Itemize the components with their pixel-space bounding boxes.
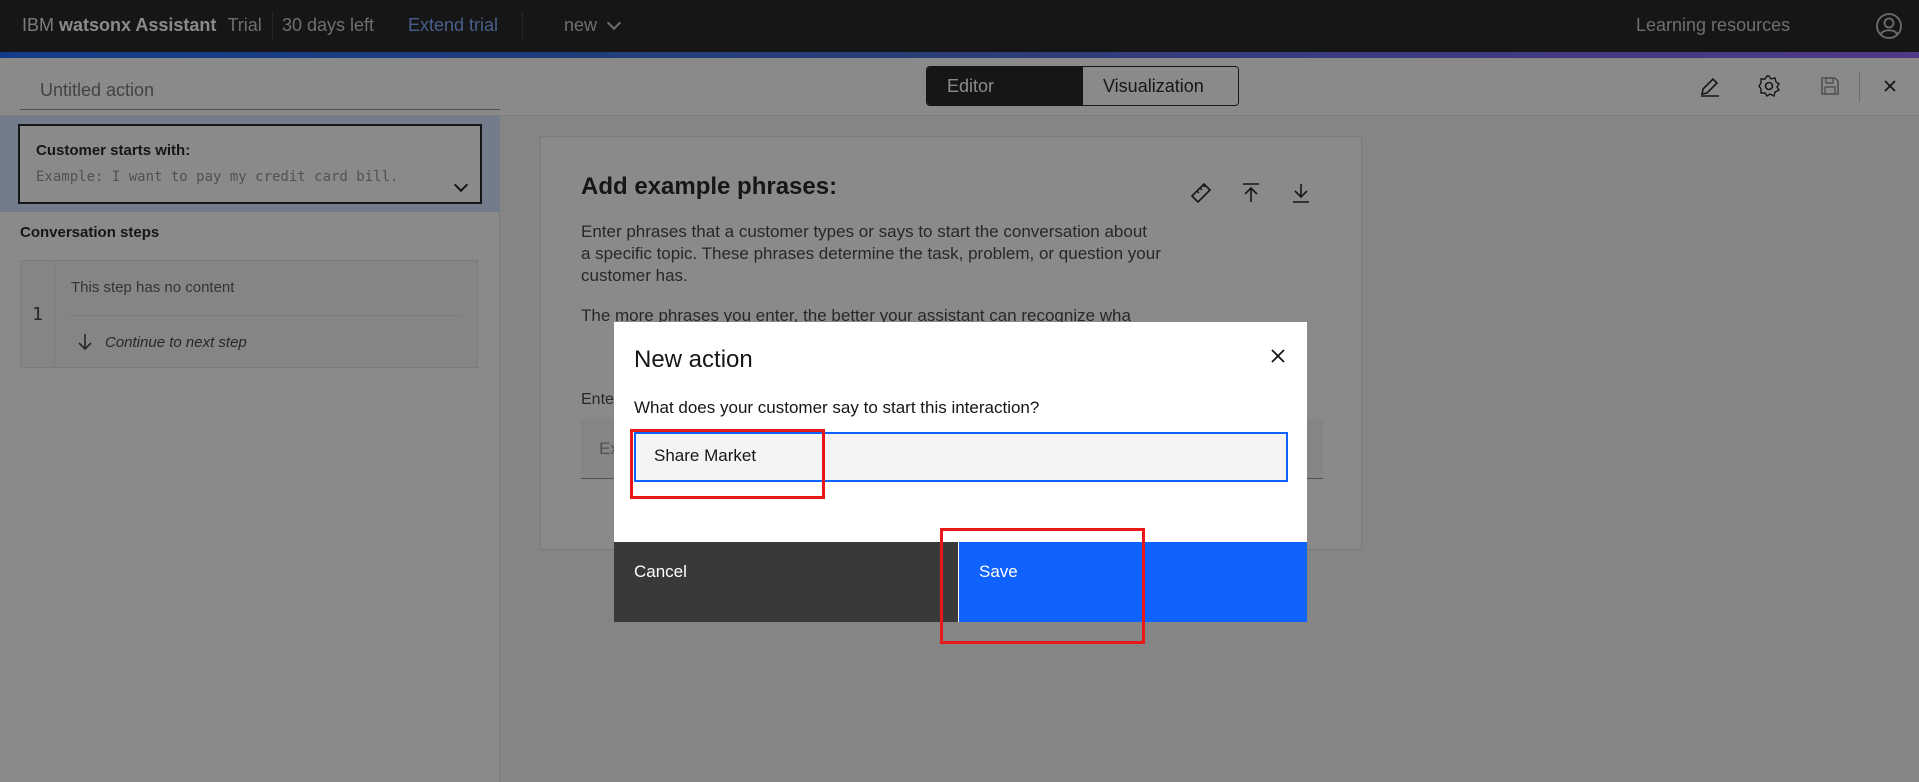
input-highlight-box: [630, 429, 825, 499]
cancel-button[interactable]: Cancel: [614, 542, 959, 622]
interaction-question-label: What does your customer say to start thi…: [634, 398, 1040, 417]
close-icon[interactable]: [1266, 344, 1290, 368]
modal-title: New action: [634, 346, 753, 373]
save-highlight-box: [940, 528, 1145, 644]
